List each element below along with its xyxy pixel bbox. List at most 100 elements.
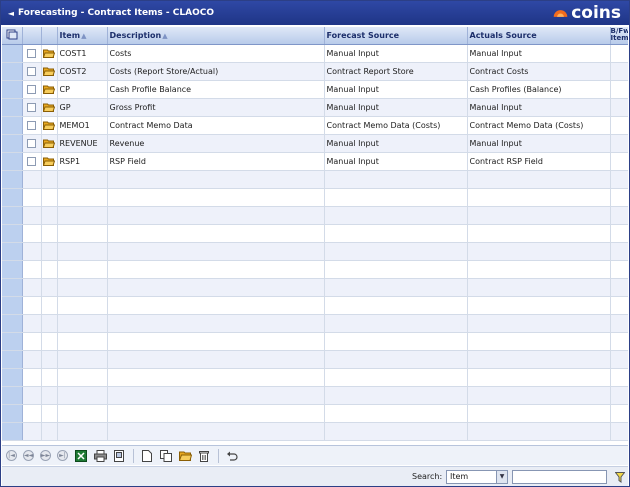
row-checkbox[interactable] [27,66,36,76]
row-checkbox[interactable] [27,48,36,58]
cell-actuals-source[interactable]: Manual Input [467,44,611,63]
row-selector[interactable] [2,44,23,63]
filter-icon[interactable] [614,470,626,484]
row-checkbox-cell[interactable] [22,116,42,135]
row-checkbox-cell[interactable] [22,44,42,63]
open-folder-icon[interactable] [178,449,192,463]
folder-icon[interactable] [43,67,55,76]
row-selector[interactable] [2,80,23,99]
row-folder-cell[interactable] [41,116,58,135]
new-document-icon[interactable] [140,449,154,463]
row-folder-cell[interactable] [41,134,58,153]
column-header-forecast-source[interactable]: Forecast Source [324,27,468,45]
row-checkbox-cell[interactable] [22,80,42,99]
row-selector[interactable] [2,116,23,135]
next-page-icon[interactable]: ►► [40,450,51,461]
column-header-description[interactable]: Description▲ [107,27,325,45]
table-row[interactable]: CP Cash Profile Balance Manual Input Cash P… [2,80,628,99]
cell-forecast-source[interactable]: Manual Input [324,80,468,99]
cell-item[interactable]: COST2 [57,62,108,81]
row-folder-cell[interactable] [41,152,58,171]
folder-icon[interactable] [43,121,55,130]
cell-description[interactable]: Costs (Report Store/Actual) [107,62,325,81]
cell-item[interactable]: MEMO1 [57,116,108,135]
row-checkbox-cell[interactable] [22,152,42,171]
row-selector[interactable] [2,152,23,171]
cell-description[interactable]: Contract Memo Data [107,116,325,135]
folder-icon[interactable] [43,157,55,166]
cell-bfwd-item[interactable] [610,116,628,135]
row-checkbox[interactable] [27,138,36,148]
folder-icon[interactable] [43,49,55,58]
excel-export-icon[interactable] [74,449,88,463]
cell-bfwd-item[interactable] [610,134,628,153]
delete-icon[interactable] [197,449,211,463]
cell-description[interactable]: RSP Field [107,152,325,171]
cell-bfwd-item[interactable] [610,44,628,63]
cell-actuals-source[interactable]: Contract Memo Data (Costs) [467,116,611,135]
cell-item[interactable]: REVENUE [57,134,108,153]
cell-forecast-source[interactable]: Manual Input [324,44,468,63]
row-checkbox[interactable] [27,84,36,94]
table-row[interactable]: GP Gross Profit Manual Input Manual Input [2,98,628,117]
search-input[interactable] [512,470,607,484]
cell-description[interactable]: Cash Profile Balance [107,80,325,99]
table-row[interactable]: RSP1 RSP Field Manual Input Contract RSP Fi… [2,152,628,171]
first-page-icon[interactable]: |◄ [6,450,17,461]
column-header-actuals-source[interactable]: Actuals Source [467,27,611,45]
undo-icon[interactable] [225,449,239,463]
row-selector[interactable] [2,62,23,81]
row-checkbox[interactable] [27,120,36,130]
cell-item[interactable]: RSP1 [57,152,108,171]
cell-item[interactable]: CP [57,80,108,99]
last-page-icon[interactable]: ►| [57,450,68,461]
row-checkbox[interactable] [27,102,36,112]
cell-actuals-source[interactable]: Manual Input [467,134,611,153]
cell-description[interactable]: Gross Profit [107,98,325,117]
print-icon[interactable] [93,449,107,463]
cell-actuals-source[interactable]: Manual Input [467,98,611,117]
row-folder-cell[interactable] [41,98,58,117]
cell-description[interactable]: Costs [107,44,325,63]
print-preview-icon[interactable] [112,449,126,463]
row-selector[interactable] [2,134,23,153]
folder-icon[interactable] [43,139,55,148]
column-header-item[interactable]: Item▲ [57,27,108,45]
cell-actuals-source[interactable]: Cash Profiles (Balance) [467,80,611,99]
row-folder-cell[interactable] [41,62,58,81]
row-checkbox-cell[interactable] [22,98,42,117]
cell-bfwd-item[interactable] [610,152,628,171]
search-field-select[interactable]: Item ▼ [446,470,508,484]
cell-forecast-source[interactable]: Manual Input [324,134,468,153]
row-folder-cell[interactable] [41,44,58,63]
row-folder-cell[interactable] [41,80,58,99]
cell-item[interactable]: GP [57,98,108,117]
column-chooser-icon[interactable] [2,27,23,45]
cell-bfwd-item[interactable] [610,80,628,99]
cell-forecast-source[interactable]: Manual Input [324,152,468,171]
cell-bfwd-item[interactable] [610,62,628,81]
cell-forecast-source[interactable]: Contract Memo Data (Costs) [324,116,468,135]
table-row[interactable]: MEMO1 Contract Memo Data Contract Memo Dat… [2,116,628,135]
cell-forecast-source[interactable]: Contract Report Store [324,62,468,81]
folder-icon[interactable] [43,103,55,112]
row-checkbox[interactable] [27,156,36,166]
cell-bfwd-item[interactable] [610,98,628,117]
table-row[interactable]: COST2 Costs (Report Store/Actual) Contract… [2,62,628,81]
cell-actuals-source[interactable]: Contract Costs [467,62,611,81]
row-selector[interactable] [2,98,23,117]
copy-icon[interactable] [159,449,173,463]
back-arrow-icon[interactable]: ◄ [4,9,18,18]
folder-icon[interactable] [43,85,55,94]
column-header-bfwd-item[interactable]: B/Fwd Item [610,27,628,45]
row-checkbox-cell[interactable] [22,134,42,153]
table-row[interactable]: COST1 Costs Manual Input Manual Input [2,44,628,63]
cell-actuals-source[interactable]: Contract RSP Field [467,152,611,171]
table-row[interactable]: REVENUE Revenue Manual Input Manual Input [2,134,628,153]
cell-item[interactable]: COST1 [57,44,108,63]
cell-forecast-source[interactable]: Manual Input [324,98,468,117]
chevron-down-icon[interactable]: ▼ [496,471,507,483]
row-checkbox-cell[interactable] [22,62,42,81]
previous-page-icon[interactable]: ◄◄ [23,450,34,461]
cell-description[interactable]: Revenue [107,134,325,153]
